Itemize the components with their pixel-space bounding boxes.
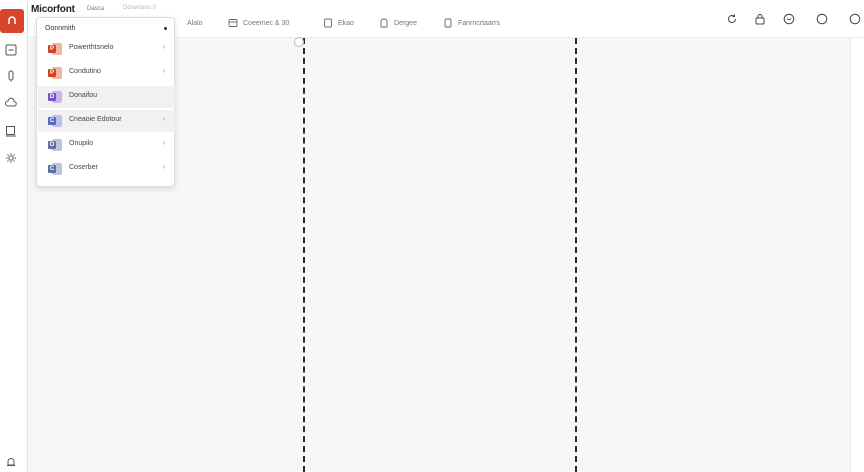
column-divider-right[interactable]	[575, 38, 577, 472]
profile-icon[interactable]	[848, 12, 862, 26]
menu-item[interactable]: P Condutino ›	[38, 62, 175, 84]
frame-icon[interactable]	[4, 124, 18, 138]
tab-fanrncrtaarrs[interactable]: Fanrncrtaarrs	[443, 16, 500, 30]
menu-item-label: Condutino	[69, 68, 101, 75]
menu-header-label: Oonnmith	[45, 24, 76, 32]
more-dot-icon[interactable]	[164, 27, 167, 30]
menu-item[interactable]: P Powerthtsnelo ›	[38, 38, 175, 60]
chevron-icon: ›	[162, 116, 165, 123]
frame-icon	[228, 19, 238, 27]
powerpoint-icon: P	[48, 43, 62, 55]
app-brand: Micorfont	[31, 4, 75, 15]
menu-item-label: Onupilo	[69, 140, 94, 147]
bell-icon[interactable]	[4, 455, 18, 469]
tab-ekao[interactable]: Ekao	[323, 16, 354, 30]
tab-label: Ekao	[338, 19, 354, 27]
menu-item-label: Coserber	[69, 164, 98, 171]
doc-icon	[444, 18, 452, 28]
menu-item-label: Donaifou	[69, 92, 98, 99]
menu-header[interactable]: Oonnmith	[37, 18, 176, 38]
bookmark-icon	[380, 18, 388, 28]
left-rail	[0, 0, 28, 472]
menu-item[interactable]: D Donaifou	[38, 86, 175, 108]
menu-item-label: Cneaoie Edotour	[69, 116, 122, 123]
refresh-icon[interactable]	[725, 12, 739, 26]
menu-item[interactable]: C Cneaoie Edotour ›	[38, 110, 175, 132]
chevron-icon: ›	[162, 140, 165, 147]
page-icon	[324, 18, 332, 28]
chevron-icon: ›	[162, 44, 165, 51]
lock-icon[interactable]	[753, 12, 767, 26]
app-switcher-menu: Oonnmith P Powerthtsnelo › P Condutino ›…	[36, 17, 175, 187]
tab-label: Fanrncrtaarrs	[458, 19, 501, 27]
word-app-icon: C	[48, 163, 62, 175]
outlook-app-icon: O	[48, 139, 62, 151]
menu-item[interactable]: C Coserber ›	[38, 158, 175, 180]
chevron-icon: ›	[162, 164, 165, 171]
vertical-scrollbar[interactable]	[850, 38, 864, 472]
resize-handle[interactable]	[294, 37, 304, 47]
editor-app-icon: C	[48, 115, 62, 127]
gear-icon[interactable]	[4, 151, 18, 165]
menu-item[interactable]: O Onupilo ›	[38, 134, 175, 156]
tab-alalo[interactable]: Alalo	[187, 16, 203, 30]
emoji-icon[interactable]	[782, 12, 796, 26]
tab-coeemec[interactable]: Coeemec & 30	[228, 16, 289, 30]
app-breadcrumb[interactable]: Dorantanu 0	[123, 5, 156, 11]
tab-dergee[interactable]: Dergee	[379, 16, 417, 30]
menu-item-label: Powerthtsnelo	[69, 44, 114, 51]
tab-label: Alalo	[187, 19, 203, 27]
circle-icon[interactable]	[815, 12, 829, 26]
presentation-icon: P	[48, 67, 62, 79]
app-window: Micorfont Dasca Dorantanu 0 Alalo Coeeme…	[0, 0, 864, 472]
tab-label: Dergee	[394, 19, 417, 27]
cloud-icon[interactable]	[4, 96, 18, 110]
notes-app-icon: D	[48, 91, 62, 103]
tab-label: Coeemec & 30	[243, 19, 290, 27]
pen-icon[interactable]	[4, 69, 18, 83]
column-divider-left[interactable]	[303, 38, 305, 472]
chevron-icon: ›	[162, 68, 165, 75]
app-logo-icon[interactable]	[0, 9, 24, 33]
app-brand-subtitle[interactable]: Dasca	[87, 6, 104, 12]
panel-icon[interactable]	[4, 43, 18, 57]
